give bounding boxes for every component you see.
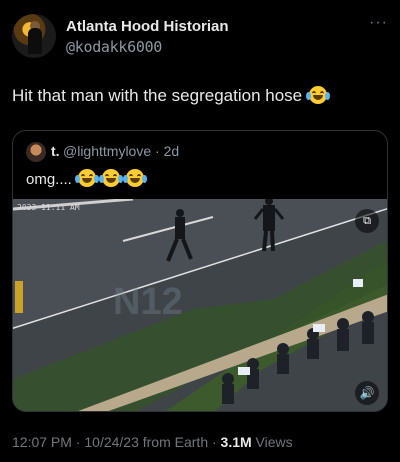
quoted-tweet[interactable]: t. @lighttmylove · 2d omg.... 2023 11:11… bbox=[12, 130, 388, 412]
joy-emoji-icon bbox=[305, 86, 330, 104]
video-player[interactable]: 2023 11:11 AM N12 ⧉ 🔊 bbox=[13, 199, 387, 411]
tweet-text: Hit that man with the segregation hose bbox=[12, 86, 330, 106]
avatar[interactable] bbox=[12, 14, 56, 58]
video-timestamp: 2023 11:11 AM bbox=[17, 203, 80, 212]
quoted-handle-time[interactable]: @lighttmylove · 2d bbox=[63, 143, 179, 159]
quoted-avatar[interactable] bbox=[26, 142, 46, 162]
views-count: 3.1M bbox=[220, 434, 252, 450]
caption-icon[interactable]: ⧉ bbox=[355, 209, 379, 233]
avatar-figure bbox=[28, 28, 42, 54]
video-frame: 2023 11:11 AM N12 bbox=[13, 199, 387, 411]
tweet-footer: 12:07 PM · 10/24/23 from Earth · 3.1M Vi… bbox=[12, 434, 293, 450]
tweet-header: Atlanta Hood Historian @kodakk6000 ··· bbox=[12, 14, 388, 60]
quoted-body: omg.... bbox=[26, 171, 72, 188]
joy-emoji-icon bbox=[75, 169, 100, 187]
barrier-post bbox=[15, 281, 23, 313]
quoted-author-name[interactable]: t. bbox=[51, 143, 60, 159]
joy-emoji-icon bbox=[99, 169, 124, 187]
volume-icon[interactable]: 🔊 bbox=[355, 381, 379, 405]
more-options-icon[interactable]: ··· bbox=[369, 14, 388, 32]
watermark-logo: N12 bbox=[113, 281, 183, 323]
tweet-meta[interactable]: 12:07 PM · 10/24/23 from Earth · bbox=[12, 434, 221, 450]
loudly-crying-emoji-icon bbox=[123, 169, 148, 187]
tweet-body: Hit that man with the segregation hose bbox=[12, 86, 303, 105]
views-label: Views bbox=[251, 434, 293, 450]
author-handle[interactable]: @kodakk6000 bbox=[66, 38, 162, 56]
author-name[interactable]: Atlanta Hood Historian bbox=[66, 18, 229, 35]
quoted-text: omg.... bbox=[26, 169, 148, 188]
